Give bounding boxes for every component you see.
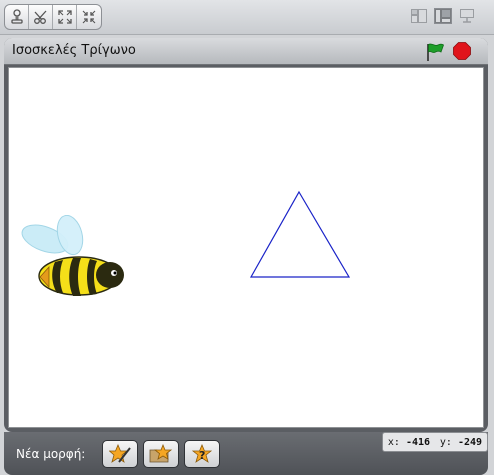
small-stage-button[interactable] (410, 8, 428, 24)
svg-text:?: ? (199, 449, 205, 462)
project-title: Ισοσκελές Τρίγωνο (12, 43, 136, 58)
normal-stage-icon (435, 9, 451, 23)
stamp-tool-button[interactable] (5, 5, 29, 29)
bee-sprite[interactable] (15, 215, 130, 310)
mouse-y-readout: y: -249 (439, 436, 483, 448)
stop-button[interactable] (453, 42, 471, 60)
surprise-sprite-icon: ? (191, 444, 213, 463)
small-stage-icon (411, 9, 427, 23)
isosceles-triangle-drawing (249, 190, 351, 278)
view-mode-group (410, 8, 476, 24)
paint-new-sprite-icon (109, 444, 131, 463)
normal-stage-button[interactable] (434, 8, 452, 24)
stage-header: Ισοσκελές Τρίγωνο (4, 38, 488, 65)
choose-sprite-from-file-icon (149, 444, 173, 463)
stage-canvas[interactable] (8, 67, 484, 428)
top-toolbar (0, 0, 494, 35)
surprise-sprite-button[interactable]: ? (184, 440, 220, 468)
delete-tool-button[interactable] (29, 5, 53, 29)
choose-sprite-from-file-button[interactable] (143, 440, 179, 468)
shrink-tool-button[interactable] (77, 5, 101, 29)
green-flag-icon (427, 43, 444, 61)
grow-tool-button[interactable] (53, 5, 77, 29)
stage-panel: Ισοσκελές Τρίγωνο (4, 38, 488, 432)
presentation-mode-icon (460, 9, 474, 23)
presentation-mode-button[interactable] (458, 8, 476, 24)
grow-icon (57, 10, 72, 24)
paint-new-sprite-button[interactable] (102, 440, 138, 468)
sprite-bar: Νέα μορφή: ? x: -416 y: -249 (4, 432, 488, 475)
stamp-icon (10, 9, 23, 24)
stop-sign-icon (453, 42, 471, 60)
new-sprite-label: Νέα μορφή: (16, 447, 86, 461)
mouse-x-readout: x: -416 (387, 436, 431, 448)
sprite-tools-group (4, 4, 102, 30)
bee-icon (21, 215, 124, 296)
shrink-icon (82, 10, 96, 24)
scissors-icon (33, 10, 46, 24)
mouse-coordinates: x: -416 y: -249 (382, 432, 488, 452)
green-flag-button[interactable] (424, 41, 446, 63)
